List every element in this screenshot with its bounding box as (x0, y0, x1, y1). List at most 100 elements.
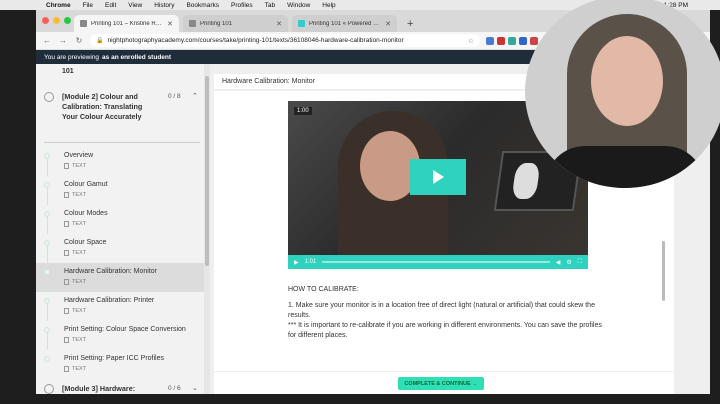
lesson-type: TEXT (64, 279, 86, 285)
extensions (486, 36, 538, 45)
lesson-type-label: TEXT (72, 163, 87, 169)
document-icon (64, 250, 69, 256)
document-icon (64, 279, 69, 285)
lesson-footer: COMPLETE & CONTINUE → (214, 371, 674, 394)
video-time-badge: 1:00 (294, 107, 312, 115)
timeline-line (46, 217, 48, 234)
video-progress-bar[interactable] (322, 261, 550, 263)
lesson-type: TEXT (64, 308, 86, 314)
close-tab-icon[interactable]: ✕ (276, 20, 282, 28)
course-sidebar: 101 [Module 2] Colour and Calibration: T… (36, 64, 210, 394)
webcam-presenter-face (591, 36, 663, 126)
lesson-colour-space[interactable]: Colour Space TEXT (36, 234, 204, 263)
menu-bookmarks[interactable]: Bookmarks (186, 2, 219, 9)
document-icon (64, 366, 69, 372)
tab-printing-101[interactable]: Printing 101 ✕ (183, 15, 288, 32)
lock-icon[interactable]: 🔒 (96, 37, 103, 44)
lesson-colour-modes[interactable]: Colour Modes TEXT (36, 205, 204, 234)
content-scrollbar[interactable] (662, 241, 665, 301)
extension-icon[interactable] (519, 36, 527, 45)
module-2-header[interactable]: [Module 2] Colour and Calibration: Trans… (36, 90, 204, 134)
menu-profiles[interactable]: Profiles (231, 2, 253, 9)
favicon-icon (189, 20, 196, 27)
menu-history[interactable]: History (154, 2, 174, 9)
module-count: 0 / 6 (168, 385, 181, 392)
video-current-time: 1:01 (304, 259, 317, 265)
lesson-type-label: TEXT (72, 192, 87, 198)
tab-printing-101-kristine[interactable]: Printing 101 – Kristine Rose Pho ✕ (74, 15, 179, 32)
chevron-up-icon[interactable]: ⌃ (192, 92, 198, 100)
lesson-text: HOW TO CALIBRATE: 1. Make sure your moni… (288, 285, 608, 347)
module-title: [Module 2] Colour and Calibration: Trans… (62, 92, 143, 121)
tab-printing-101-thinkific[interactable]: Printing 101 « Powered by Thin ✕ (292, 15, 397, 32)
webcam-presenter-shirt (545, 146, 705, 188)
calibrator-device (511, 163, 541, 199)
lesson-type-label: TEXT (72, 308, 87, 314)
menu-tab[interactable]: Tab (265, 2, 275, 9)
sidebar-scrollbar[interactable] (204, 64, 210, 394)
tab-title: Printing 101 – Kristine Rose Pho (91, 20, 163, 27)
url-text: nightphotographyacademy.com/courses/take… (107, 37, 404, 44)
volume-icon[interactable]: ◀ (556, 259, 561, 266)
timeline-line (46, 188, 48, 205)
new-tab-button[interactable]: + (401, 18, 419, 32)
progress-circle-icon (44, 92, 54, 102)
lesson-type-label: TEXT (72, 250, 87, 256)
lesson-title: Hardware Calibration: Monitor (64, 268, 157, 275)
close-tab-icon[interactable]: ✕ (167, 20, 173, 28)
extension-icon[interactable] (530, 36, 538, 45)
lesson-colour-gamut[interactable]: Colour Gamut TEXT (36, 176, 204, 205)
lesson-hardware-calibration-monitor[interactable]: Hardware Calibration: Monitor TEXT (36, 263, 204, 292)
chevron-down-icon[interactable]: ⌄ (192, 384, 198, 392)
forward-icon[interactable]: → (58, 36, 68, 45)
back-icon[interactable]: ← (42, 36, 52, 45)
step-1: 1. Make sure your monitor is in a locati… (288, 301, 608, 341)
timeline-line (46, 275, 48, 292)
lesson-print-setting-colour-space[interactable]: Print Setting: Colour Space Conversion T… (36, 321, 204, 350)
how-to-heading: HOW TO CALIBRATE: (288, 286, 359, 293)
extension-icon[interactable] (508, 36, 516, 45)
document-icon (64, 163, 69, 169)
tab-title: Printing 101 « Powered by Thin (309, 20, 381, 27)
extension-icon[interactable] (486, 36, 494, 45)
lesson-type-label: TEXT (72, 221, 87, 227)
complete-continue-button[interactable]: COMPLETE & CONTINUE → (398, 377, 484, 390)
menu-edit[interactable]: Edit (105, 2, 116, 9)
preview-prefix: You are previewing (44, 53, 100, 61)
lesson-status-icon (44, 356, 50, 362)
reload-icon[interactable]: ↻ (74, 36, 84, 45)
window-controls (42, 17, 71, 24)
menu-app[interactable]: Chrome (46, 2, 71, 9)
fullscreen-icon[interactable]: ⛶ (578, 259, 582, 266)
module-3-header[interactable]: [Module 3] Hardware: Monitors 0 / 6 ⌄ (36, 382, 204, 394)
previous-module-tail: 101 (62, 68, 74, 75)
lesson-overview[interactable]: Overview TEXT (36, 147, 204, 176)
menu-file[interactable]: File (83, 2, 93, 9)
lesson-type-label: TEXT (72, 337, 87, 343)
document-icon (64, 308, 69, 314)
close-window-icon[interactable] (42, 17, 49, 24)
bookmark-star-icon[interactable]: ☆ (468, 37, 474, 45)
lesson-type-label: TEXT (72, 366, 87, 372)
minimize-window-icon[interactable] (53, 17, 60, 24)
address-bar[interactable]: 🔒 nightphotographyacademy.com/courses/ta… (90, 34, 480, 47)
play-button[interactable] (410, 159, 466, 195)
lesson-hardware-calibration-printer[interactable]: Hardware Calibration: Printer TEXT (36, 292, 204, 321)
document-icon (64, 192, 69, 198)
menu-help[interactable]: Help (322, 2, 335, 9)
settings-gear-icon[interactable]: ⚙ (566, 259, 571, 266)
document-icon (64, 221, 69, 227)
preview-emphasis: as an enrolled student (102, 53, 172, 61)
lesson-title: Hardware Calibration: Printer (64, 297, 155, 304)
menu-view[interactable]: View (128, 2, 142, 9)
lesson-type: TEXT (64, 250, 86, 256)
play-icon[interactable]: ▶ (294, 259, 299, 266)
extension-icon[interactable] (497, 36, 505, 45)
maximize-window-icon[interactable] (64, 17, 71, 24)
menu-window[interactable]: Window (287, 2, 310, 9)
close-tab-icon[interactable]: ✕ (385, 20, 391, 28)
lesson-print-setting-icc[interactable]: Print Setting: Paper ICC Profiles TEXT (36, 350, 204, 379)
scrollbar-thumb[interactable] (205, 76, 209, 266)
lesson-type: TEXT (64, 221, 86, 227)
divider (44, 142, 200, 143)
